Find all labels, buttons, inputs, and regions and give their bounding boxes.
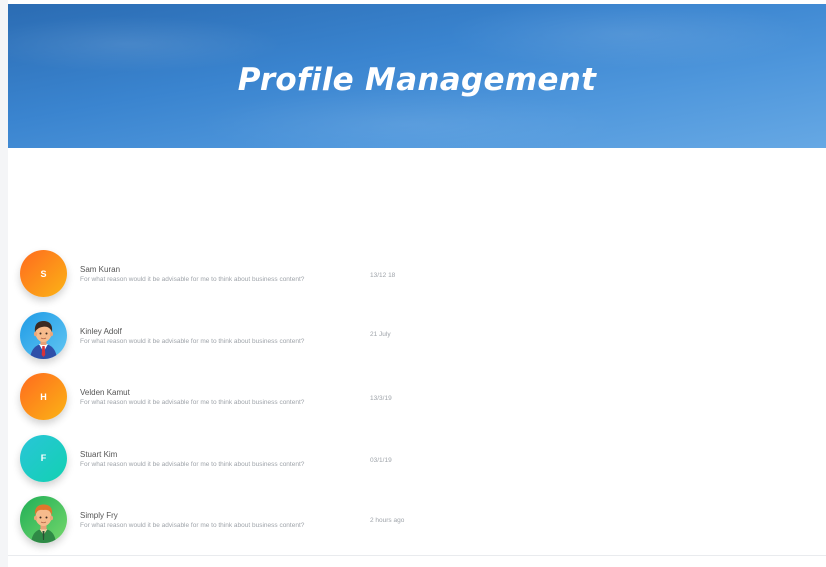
profile-name[interactable]: Kinley Adolf (80, 327, 304, 337)
profile-list: S Sam Kuran For what reason would it be … (20, 250, 520, 558)
profile-item-simply-fry[interactable]: Simply Fry For what reason would it be a… (20, 496, 520, 558)
profile-info: Sam Kuran For what reason would it be ad… (80, 265, 304, 284)
left-edge (0, 0, 8, 567)
page-title: Profile Management (237, 62, 597, 98)
avatar[interactable]: S (20, 250, 67, 297)
avatar[interactable] (20, 496, 67, 543)
profile-info: Velden Kamut For what reason would it be… (80, 388, 304, 407)
profile-message: For what reason would it be advisable fo… (80, 276, 305, 283)
profile-item-velden-kamut[interactable]: H Velden Kamut For what reason would it … (20, 373, 520, 435)
profile-time: 03/1/19 (370, 456, 392, 464)
profile-time: 21 July (370, 330, 391, 338)
profile-time: 2 hours ago (370, 517, 405, 524)
avatar[interactable]: H (20, 373, 67, 420)
profile-info: Simply Fry For what reason would it be a… (80, 511, 304, 530)
man-avatar-icon (30, 320, 57, 359)
avatar[interactable] (20, 311, 67, 359)
profile-time: 13/3/19 (370, 395, 392, 402)
page: Profile Management S Sam Kuran For what … (0, 0, 826, 567)
profile-item-kinley-adolf[interactable]: Kinley Adolf For what reason would it be… (20, 311, 520, 374)
man-avatar-icon (31, 504, 56, 543)
profile-name[interactable]: Stuart Kim (80, 450, 304, 460)
profile-name[interactable]: Sam Kuran (80, 265, 304, 275)
profile-info: Kinley Adolf For what reason would it be… (80, 327, 304, 346)
profile-name[interactable]: Velden Kamut (80, 388, 304, 398)
profile-message: For what reason would it be advisable fo… (80, 460, 305, 468)
profile-message: For what reason would it be advisable fo… (80, 337, 305, 345)
avatar-initial: H (40, 391, 47, 402)
header-banner: Profile Management (8, 4, 826, 148)
profile-info: Stuart Kim For what reason would it be a… (80, 450, 304, 469)
avatar[interactable]: F (20, 434, 67, 482)
avatar-initial: F (40, 453, 47, 463)
profile-time: 13/12 18 (370, 272, 396, 279)
bottom-divider (8, 555, 826, 556)
avatar-initial: S (40, 268, 47, 279)
profile-item-sam-kuran[interactable]: S Sam Kuran For what reason would it be … (20, 250, 520, 312)
profile-item-stuart-kim[interactable]: F Stuart Kim For what reason would it be… (20, 434, 520, 497)
profile-message: For what reason would it be advisable fo… (80, 399, 305, 406)
profile-message: For what reason would it be advisable fo… (80, 522, 305, 529)
profile-name[interactable]: Simply Fry (80, 511, 304, 521)
